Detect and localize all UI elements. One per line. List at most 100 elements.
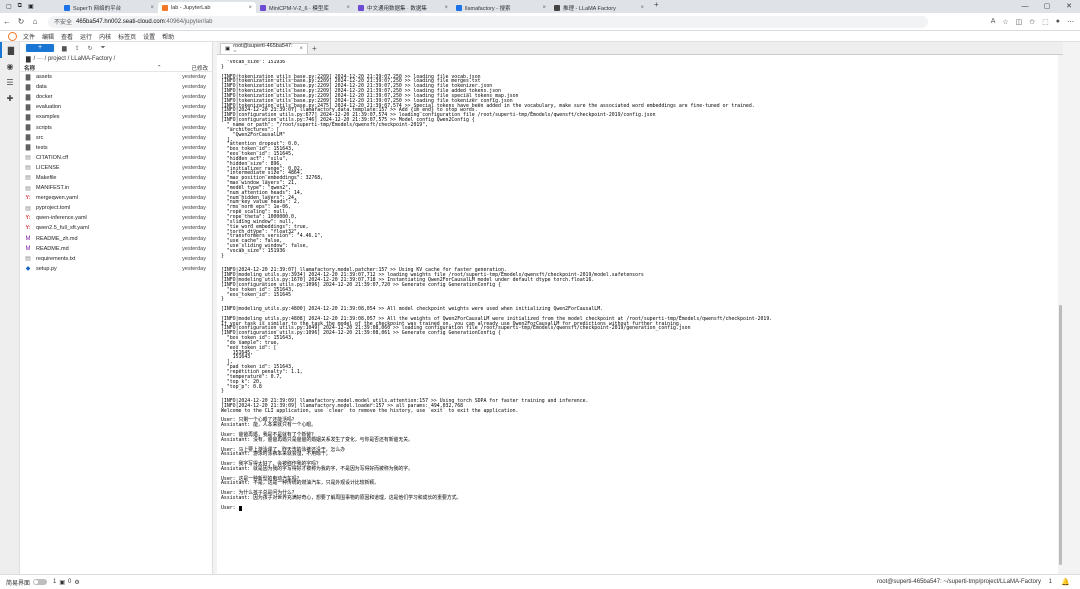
file-list-item[interactable]: ◆ setup.py yesterday <box>20 264 212 274</box>
upload-icon[interactable]: ⇪ <box>75 45 80 52</box>
file-modified: yesterday <box>182 114 206 121</box>
browser-tab[interactable]: SuperTi 网络的平台 × <box>60 2 158 13</box>
close-tab-icon[interactable]: × <box>299 46 303 52</box>
browser-tab[interactable]: llamafactory - 搜索 × <box>452 2 550 13</box>
yaml-file-icon: Y: <box>25 225 31 232</box>
file-icon: ▤ <box>25 175 31 182</box>
file-list-item[interactable]: ▤ requirements.txt yesterday <box>20 254 212 264</box>
file-list-item[interactable]: ▇ evaluation yesterday <box>20 102 212 112</box>
terminal-output[interactable]: "vocab_size": 151936} [INFO|tokenization_… <box>221 60 1057 574</box>
terminal-tab[interactable]: ▣ root@superti-465ba547: ~ × <box>220 43 308 55</box>
collections-icon[interactable]: ▣ <box>28 3 34 10</box>
file-list-item[interactable]: ▇ data yesterday <box>20 82 212 92</box>
simple-mode-toggle[interactable] <box>33 579 48 585</box>
browser-tab-title: llamafactory - 搜索 <box>465 5 511 12</box>
tab-actions-icon[interactable]: ⧉ <box>18 3 22 10</box>
file-name: tests <box>36 144 48 151</box>
close-tab-icon[interactable]: × <box>346 5 350 11</box>
file-list-item[interactable]: Y: qwen2.5_full_sft.yaml yesterday <box>20 223 212 233</box>
file-list-item[interactable]: ▇ examples yesterday <box>20 112 212 122</box>
tab-favicon-icon <box>260 4 266 11</box>
breadcrumb-path[interactable]: / ··· / project / LLaMA-Factory / <box>34 56 116 62</box>
new-folder-icon[interactable]: ▆ <box>62 45 67 52</box>
file-modified: yesterday <box>182 124 206 131</box>
running-icon[interactable]: ◉ <box>0 58 20 74</box>
table-of-contents-icon[interactable]: ☰ <box>0 74 20 90</box>
file-list-item[interactable]: M README.md yesterday <box>20 244 212 254</box>
favorite-icon[interactable]: ☆ <box>1002 18 1008 26</box>
file-list-item[interactable]: ▇ src yesterday <box>20 133 212 143</box>
terminal-scrollbar[interactable] <box>1058 55 1063 574</box>
menu-file[interactable]: 文件 <box>23 32 35 41</box>
browser-tab[interactable]: 中文通用数据集 · 数据集 × <box>354 2 452 13</box>
yaml-file-icon: Y: <box>25 195 31 202</box>
close-tab-icon[interactable]: × <box>444 5 448 11</box>
insecure-warning: 不安全 <box>54 20 73 26</box>
menu-edit[interactable]: 编辑 <box>42 32 54 41</box>
notification-bell-icon[interactable]: 🔔 <box>1061 578 1070 586</box>
close-tab-icon[interactable]: × <box>248 5 252 11</box>
back-icon[interactable]: ← <box>0 17 14 26</box>
refresh-icon[interactable]: ↻ <box>88 45 93 52</box>
url-field[interactable]: 不安全 465ba547.hn002.seati-cloud.com:40964… <box>48 15 928 28</box>
file-list-item[interactable]: Y: mergeqwen.yaml yesterday <box>20 193 212 203</box>
column-modified[interactable]: 已修改 <box>191 64 208 72</box>
more-icon[interactable]: ⋯ <box>1067 18 1074 26</box>
file-list-item[interactable]: ▤ LICENSE yesterday <box>20 163 212 173</box>
filter-icon[interactable]: ⏷ <box>101 45 106 52</box>
file-list-item[interactable]: ▇ tests yesterday <box>20 143 212 153</box>
file-browser-icon[interactable]: ▇ <box>0 42 20 58</box>
file-list-item[interactable]: ▇ assets yesterday <box>20 72 212 82</box>
new-launcher-button[interactable]: + <box>26 44 54 52</box>
profile-icon[interactable]: ● <box>1056 18 1060 26</box>
python-file-icon: ◆ <box>25 266 31 273</box>
file-list-item[interactable]: Y: qwen-inference.yaml yesterday <box>20 213 212 223</box>
close-tab-icon[interactable]: × <box>150 5 154 11</box>
extensions-puzzle-icon[interactable]: ✚ <box>0 90 20 106</box>
column-name[interactable]: 名称 <box>24 64 157 72</box>
browser-tab[interactable]: 推理 - LLaMA Factory × <box>550 2 648 13</box>
menu-settings[interactable]: 设置 <box>143 32 155 41</box>
terminal-line-text: } <box>221 63 224 70</box>
reload-icon[interactable]: ↻ <box>14 17 28 26</box>
file-icon: ▤ <box>25 185 31 192</box>
browser-tab[interactable]: lab - JupyterLab × <box>158 2 256 13</box>
file-list-item[interactable]: ▤ pyproject.toml yesterday <box>20 203 212 213</box>
workspace-icon[interactable]: ▢ <box>6 3 12 10</box>
extensions-icon[interactable]: ⬚ <box>1042 18 1049 26</box>
terminal-line-text: Assistant: 能，人本来就只有一个心眼。 <box>221 422 317 429</box>
gear-icon[interactable]: ⚙ <box>74 579 79 586</box>
menu-help[interactable]: 帮助 <box>162 32 174 41</box>
home-icon[interactable]: ⌂ <box>28 17 42 26</box>
file-list-item[interactable]: ▤ CITATION.cff yesterday <box>20 153 212 163</box>
folder-icon[interactable]: ▇ <box>26 56 31 63</box>
new-tab-button[interactable]: + <box>312 43 317 54</box>
minimize-icon[interactable]: — <box>1014 0 1036 13</box>
terminal-count[interactable]: 0 <box>68 579 71 585</box>
file-list-item[interactable]: ▇ docker yesterday <box>20 92 212 102</box>
menu-tabs[interactable]: 标签页 <box>118 32 136 41</box>
maximize-icon[interactable]: ▢ <box>1036 0 1058 13</box>
folder-icon: ▇ <box>25 74 31 81</box>
file-name: LICENSE <box>36 164 60 171</box>
file-list-item[interactable]: M README_zh.md yesterday <box>20 234 212 244</box>
file-list-item[interactable]: ▤ Makefile yesterday <box>20 173 212 183</box>
sort-caret-icon[interactable]: ⌃ <box>157 65 162 71</box>
split-screen-icon[interactable]: ◫ <box>1016 18 1023 26</box>
file-browser-toolbar: + ▆ ⇪ ↻ ⏷ <box>20 42 212 54</box>
file-list-item[interactable]: ▇ scripts yesterday <box>20 122 212 132</box>
file-list-item[interactable]: ▤ MANIFEST.in yesterday <box>20 183 212 193</box>
close-window-icon[interactable]: ✕ <box>1058 0 1080 13</box>
favorites-bar-icon[interactable]: ✩ <box>1029 18 1035 26</box>
browser-tab[interactable]: MiniCPM-V-2_6 · 模型库 × <box>256 2 354 13</box>
menu-kernel[interactable]: 内核 <box>99 32 111 41</box>
close-tab-icon[interactable]: × <box>640 5 644 11</box>
menu-run[interactable]: 运行 <box>80 32 92 41</box>
kernel-count[interactable]: 1 <box>53 579 56 585</box>
scrollbar-thumb[interactable] <box>1059 305 1062 565</box>
tab-favicon-icon <box>64 4 70 11</box>
new-browser-tab-icon[interactable]: + <box>654 0 659 13</box>
read-aloud-icon[interactable]: A <box>991 18 996 26</box>
close-tab-icon[interactable]: × <box>542 5 546 11</box>
menu-view[interactable]: 查看 <box>61 32 73 41</box>
